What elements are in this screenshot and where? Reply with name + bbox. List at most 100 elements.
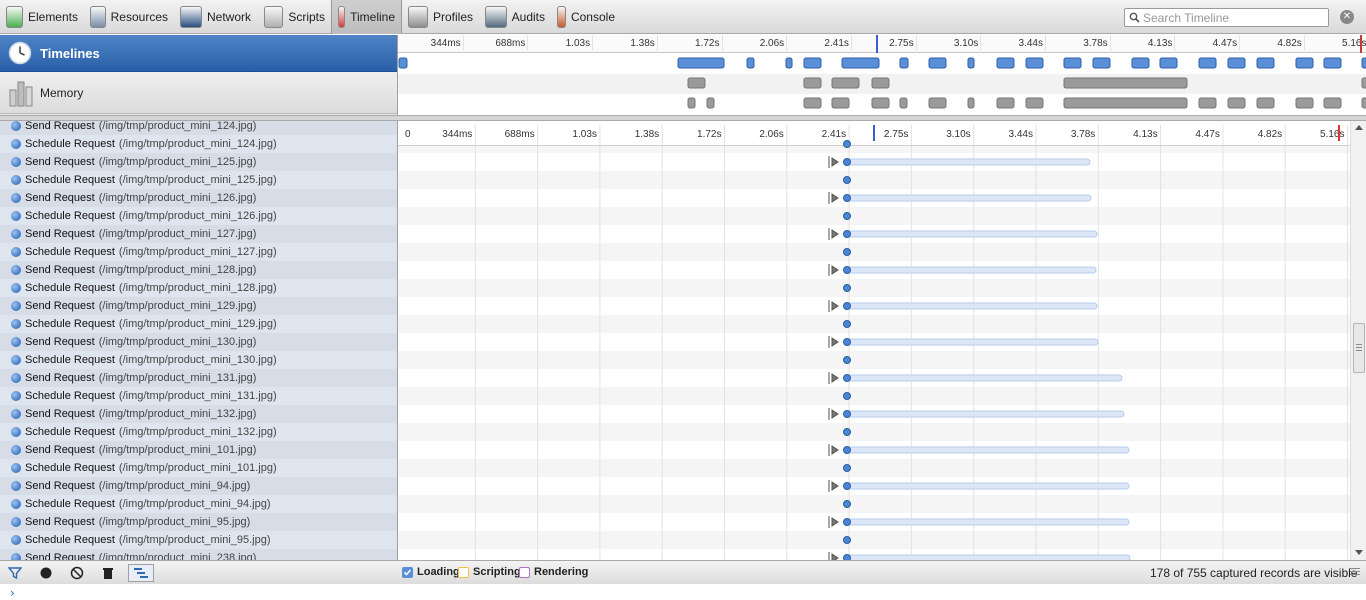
tab-audits[interactable]: Audits bbox=[479, 0, 551, 34]
ruler-tick-label: 3.10s bbox=[953, 38, 979, 49]
record-row[interactable]: Send Request (/img/tmp/product_mini_94.jp… bbox=[0, 477, 397, 495]
record-type: Send Request bbox=[25, 336, 95, 348]
record-type: Schedule Request bbox=[25, 318, 115, 330]
record-duration-bar bbox=[846, 158, 1091, 166]
tab-timeline[interactable]: Timeline bbox=[331, 0, 402, 34]
tab-resources[interactable]: Resources bbox=[84, 0, 174, 34]
scroll-down-icon[interactable] bbox=[1355, 550, 1363, 555]
loading-category-icon bbox=[11, 247, 21, 257]
record-row[interactable]: Send Request (/img/tmp/product_mini_129.j… bbox=[0, 297, 397, 315]
overview-summary-bar bbox=[1227, 97, 1246, 109]
scrollbar[interactable] bbox=[1350, 121, 1366, 560]
tab-profiles[interactable]: Profiles bbox=[402, 0, 479, 34]
scroll-up-icon[interactable] bbox=[1355, 125, 1363, 130]
overview-window-right-handle[interactable] bbox=[1360, 35, 1362, 53]
category-checkbox[interactable] bbox=[458, 566, 469, 578]
overview-item-timelines[interactable]: Timelines bbox=[0, 35, 397, 72]
ruler-tick-label: 344ms bbox=[430, 38, 461, 49]
timeline-bars: 0 344ms 688ms 1.03s 1.38s 1.72s 2.06s 2.41s 2.75… bbox=[398, 121, 1350, 560]
record-detail: (/img/tmp/product_mini_94.jpg) bbox=[118, 498, 271, 510]
toolbar: Elements Resources Network Scripts Timeline P… bbox=[0, 0, 1366, 34]
filter-icon[interactable] bbox=[6, 564, 24, 582]
overview-ruler: 344ms 688ms 1.03s 1.38s 1.72s 2.06s 2.41s 2.75s… bbox=[398, 35, 1366, 115]
overview-loading-bar bbox=[1063, 57, 1082, 69]
record-row[interactable]: Schedule Request (/img/tmp/product_mini_1… bbox=[0, 207, 397, 225]
record-row[interactable]: Send Request (/img/tmp/product_mini_130.j… bbox=[0, 333, 397, 351]
record-type: Send Request bbox=[25, 552, 95, 560]
overview-loading-bar bbox=[1198, 57, 1217, 69]
record-row[interactable]: Schedule Request (/img/tmp/product_mini_1… bbox=[0, 135, 397, 153]
record-row[interactable]: Send Request (/img/tmp/product_mini_127.j… bbox=[0, 225, 397, 243]
category-checkbox[interactable] bbox=[519, 566, 530, 578]
record-row[interactable]: Send Request (/img/tmp/product_mini_238.j… bbox=[0, 549, 397, 560]
record-button[interactable] bbox=[37, 564, 55, 582]
record-row[interactable]: Send Request (/img/tmp/product_mini_126.j… bbox=[0, 189, 397, 207]
overview-summary-bar bbox=[1198, 97, 1217, 109]
overview-graph[interactable]: 344ms 688ms 1.03s 1.38s 1.72s 2.06s 2.41s 2.75s… bbox=[398, 35, 1366, 115]
audits-icon bbox=[485, 5, 507, 28]
console-input-line[interactable] bbox=[0, 584, 1366, 600]
record-row[interactable]: Send Request (/img/tmp/product_mini_95.jp… bbox=[0, 513, 397, 531]
tab-network[interactable]: Network bbox=[174, 0, 258, 34]
ruler-tick-label: 2.75s bbox=[889, 38, 914, 49]
record-row[interactable]: Schedule Request (/img/tmp/product_mini_9… bbox=[0, 495, 397, 513]
search-input[interactable] bbox=[1143, 10, 1323, 25]
record-detail: (/img/tmp/product_mini_131.jpg) bbox=[98, 372, 257, 384]
glue-records-icon[interactable] bbox=[128, 564, 154, 582]
record-row[interactable]: Send Request (/img/tmp/product_mini_132.j… bbox=[0, 405, 397, 423]
record-row[interactable]: Schedule Request (/img/tmp/product_mini_1… bbox=[0, 387, 397, 405]
overview-loading-bar bbox=[398, 57, 408, 69]
record-row[interactable]: Schedule Request (/img/tmp/product_mini_1… bbox=[0, 315, 397, 333]
category-filter-scripting[interactable]: Scripting bbox=[458, 566, 521, 578]
record-start-marker bbox=[843, 266, 851, 274]
garbage-collect-icon[interactable] bbox=[99, 564, 117, 582]
category-checkbox[interactable] bbox=[402, 566, 413, 578]
overview-summary-bar bbox=[1025, 97, 1044, 109]
grid-row-bg bbox=[398, 495, 1350, 513]
record-row[interactable]: Schedule Request (/img/tmp/product_mini_1… bbox=[0, 423, 397, 441]
record-row[interactable]: Send Request (/img/tmp/product_mini_128.j… bbox=[0, 261, 397, 279]
close-icon[interactable]: ✕ bbox=[1340, 10, 1354, 24]
record-type: Send Request bbox=[25, 516, 95, 528]
overview-loading-bar bbox=[899, 57, 909, 69]
tab-scripts[interactable]: Scripts bbox=[258, 0, 331, 34]
loading-category-icon bbox=[11, 301, 21, 311]
category-filter-loading[interactable]: Loading bbox=[402, 566, 460, 578]
record-row[interactable]: Schedule Request (/img/tmp/product_mini_1… bbox=[0, 243, 397, 261]
resize-handle-icon[interactable] bbox=[1350, 568, 1360, 575]
record-row[interactable]: Schedule Request (/img/tmp/product_mini_1… bbox=[0, 171, 397, 189]
record-row[interactable]: Schedule Request (/img/tmp/product_mini_9… bbox=[0, 531, 397, 549]
overview-loading-bar bbox=[967, 57, 975, 69]
record-type: Schedule Request bbox=[25, 282, 115, 294]
record-start-marker bbox=[843, 500, 851, 508]
record-row[interactable]: Schedule Request (/img/tmp/product_mini_1… bbox=[0, 351, 397, 369]
grid-tick-label: 2.06s bbox=[759, 129, 783, 140]
search-box[interactable] bbox=[1124, 8, 1329, 27]
scroll-thumb[interactable] bbox=[1353, 323, 1365, 373]
grid-tick-label: 4.47s bbox=[1195, 129, 1219, 140]
overview-item-memory[interactable]: Memory bbox=[0, 72, 397, 114]
record-row[interactable]: Send Request (/img/tmp/product_mini_125.j… bbox=[0, 153, 397, 171]
overview-loading-bar bbox=[1131, 57, 1150, 69]
record-row[interactable]: Schedule Request (/img/tmp/product_mini_1… bbox=[0, 459, 397, 477]
record-row[interactable]: Schedule Request (/img/tmp/product_mini_1… bbox=[0, 279, 397, 297]
category-label: Rendering bbox=[534, 566, 589, 578]
category-filter-rendering[interactable]: Rendering bbox=[519, 566, 588, 578]
grid-tick-label: 5.16s bbox=[1320, 129, 1344, 140]
tab-elements[interactable]: Elements bbox=[0, 0, 84, 34]
record-row[interactable]: Send Request (/img/tmp/product_mini_124.j… bbox=[0, 121, 397, 135]
loading-category-icon bbox=[11, 427, 21, 437]
overview-loading-bar bbox=[1159, 57, 1178, 69]
overview-window-left-handle[interactable] bbox=[876, 35, 878, 53]
tab-console[interactable]: Console bbox=[551, 0, 621, 34]
overview-loading-bar bbox=[746, 57, 755, 69]
record-row[interactable]: Send Request (/img/tmp/product_mini_101.j… bbox=[0, 441, 397, 459]
record-row[interactable]: Send Request (/img/tmp/product_mini_131.j… bbox=[0, 369, 397, 387]
clear-icon[interactable] bbox=[68, 564, 86, 582]
grid-tick-label: 4.82s bbox=[1258, 129, 1282, 140]
timeline-grid[interactable]: 0 344ms 688ms 1.03s 1.38s 1.72s 2.06s 2.41s 2.75… bbox=[398, 121, 1350, 560]
record-detail: (/img/tmp/product_mini_101.jpg) bbox=[98, 444, 257, 456]
resources-icon bbox=[90, 5, 106, 28]
loading-category-icon bbox=[11, 553, 21, 560]
record-type: Send Request bbox=[25, 121, 95, 132]
